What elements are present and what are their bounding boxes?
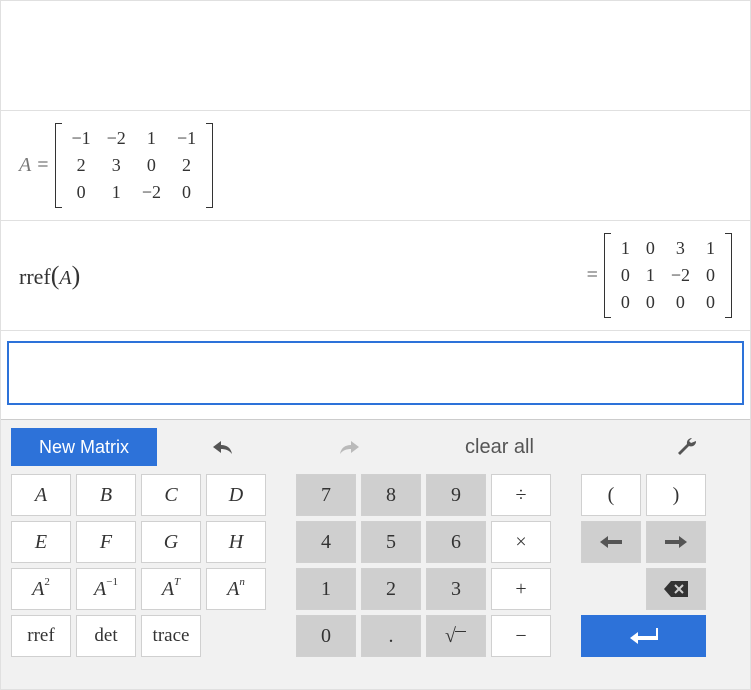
history-row-expression[interactable]: rref(A) = 103101−200000 [1, 221, 750, 331]
redo-button[interactable] [331, 428, 369, 466]
key-decimal[interactable]: . [361, 615, 421, 657]
variable-name: A [19, 154, 31, 177]
key-1[interactable]: 1 [296, 568, 356, 610]
key-3[interactable]: 3 [426, 568, 486, 610]
key-6[interactable]: 6 [426, 521, 486, 563]
key-4[interactable]: 4 [296, 521, 356, 563]
key-det[interactable]: det [76, 615, 136, 657]
toolbar: New Matrix clear all [11, 428, 740, 466]
spacer [206, 615, 266, 657]
spacer [581, 568, 641, 610]
key-2[interactable]: 2 [361, 568, 421, 610]
key-A-inverse[interactable]: A−1 [76, 568, 136, 610]
key-left[interactable] [581, 521, 641, 563]
key-multiply[interactable]: × [491, 521, 551, 563]
arrow-left-icon [600, 536, 622, 548]
key-enter[interactable] [581, 615, 706, 657]
key-divide[interactable]: ÷ [491, 474, 551, 516]
arrow-right-icon [665, 536, 687, 548]
key-C[interactable]: C [141, 474, 201, 516]
equals-sign: = [581, 264, 604, 287]
new-matrix-button[interactable]: New Matrix [11, 428, 157, 466]
key-0[interactable]: 0 [296, 615, 356, 657]
key-lparen[interactable]: ( [581, 474, 641, 516]
clear-all-button[interactable]: clear all [459, 428, 540, 466]
key-5[interactable]: 5 [361, 521, 421, 563]
key-rref[interactable]: rref [11, 615, 71, 657]
matrix-result: 103101−200000 [604, 233, 732, 318]
enter-icon [630, 628, 658, 644]
history-row-empty[interactable] [1, 1, 750, 111]
key-B[interactable]: B [76, 474, 136, 516]
variable-keys: A B C D E F G H A2 A−1 AT An rref det tr… [11, 474, 266, 657]
calculator-app: A = −1−21−1230201−20 rref(A) = 103101 [0, 0, 751, 690]
matrix-A: −1−21−1230201−20 [55, 123, 214, 208]
key-D[interactable]: D [206, 474, 266, 516]
key-A-squared[interactable]: A2 [11, 568, 71, 610]
key-sqrt[interactable]: √ [426, 615, 486, 657]
key-9[interactable]: 9 [426, 474, 486, 516]
backspace-icon [664, 581, 688, 597]
key-F[interactable]: F [76, 521, 136, 563]
undo-button[interactable] [203, 428, 241, 466]
key-subtract[interactable]: − [491, 615, 551, 657]
undo-icon [209, 437, 235, 457]
key-A-transpose[interactable]: AT [141, 568, 201, 610]
key-A[interactable]: A [11, 474, 71, 516]
key-backspace[interactable] [646, 568, 706, 610]
key-trace[interactable]: trace [141, 615, 201, 657]
key-add[interactable]: + [491, 568, 551, 610]
keypad: New Matrix clear all [1, 419, 750, 689]
key-7[interactable]: 7 [296, 474, 356, 516]
key-G[interactable]: G [141, 521, 201, 563]
history-row-definition[interactable]: A = −1−21−1230201−20 [1, 111, 750, 221]
key-A-power-n[interactable]: An [206, 568, 266, 610]
number-keys: 7 8 9 ÷ 4 5 6 × 1 2 3 + 0 . √ − [296, 474, 551, 657]
wrench-icon [676, 436, 698, 458]
key-right[interactable] [646, 521, 706, 563]
equals-sign: = [31, 154, 54, 177]
history-panel: A = −1−21−1230201−20 rref(A) = 103101 [1, 1, 750, 331]
key-E[interactable]: E [11, 521, 71, 563]
key-8[interactable]: 8 [361, 474, 421, 516]
redo-icon [337, 437, 363, 457]
settings-button[interactable] [670, 428, 704, 466]
expression-input[interactable] [7, 341, 744, 405]
key-H[interactable]: H [206, 521, 266, 563]
function-name: rref(A) [19, 261, 80, 291]
misc-keys: ( ) [581, 474, 706, 657]
key-rparen[interactable]: ) [646, 474, 706, 516]
